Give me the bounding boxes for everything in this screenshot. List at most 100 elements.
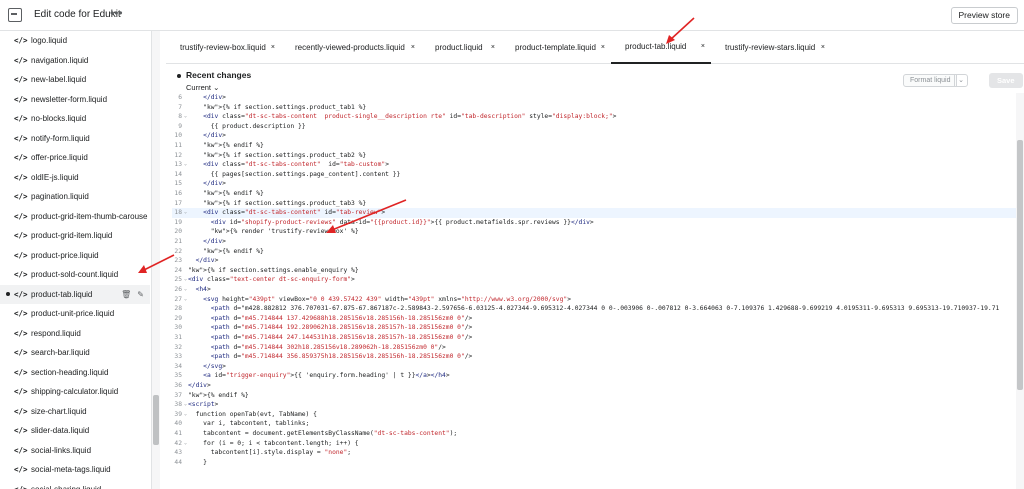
code-text: <script> [188,401,219,409]
code-line[interactable]: 23 </div> [172,256,1016,266]
version-select[interactable]: Current ⌄ [186,83,219,92]
sidebar-file-item[interactable]: </> new-label.liquid [0,70,150,90]
code-line[interactable]: 6 </div> [172,93,1016,103]
sidebar-file-item[interactable]: </> slider-data.liquid [0,421,150,441]
tab-1[interactable]: trustify-review-box.liquid × [166,31,281,64]
sidebar-file-item[interactable]: </> pagination.liquid [0,187,150,207]
format-liquid-button[interactable]: Format liquid [903,74,958,87]
code-line[interactable]: 37 "kw">{% endif %} [172,391,1016,401]
code-line[interactable]: 24 "kw">{% if section.settings.enable_enq… [172,266,1016,276]
code-line[interactable]: 10 </div> [172,131,1016,141]
code-line[interactable]: 29 <path d="m45.714844 137.429688h18.285… [172,314,1016,324]
sidebar-file-item[interactable]: </> newsletter-form.liquid [0,90,150,110]
sidebar-file-item[interactable]: </> section-heading.liquid [0,363,150,383]
sidebar-file-item[interactable]: </> search-bar.liquid [0,343,150,363]
code-editor[interactable]: 6 </div> 7 "kw">{% if section.settings.pr… [172,93,1016,489]
code-line[interactable]: 30 <path d="m45.714844 192.289062h18.285… [172,323,1016,333]
code-line[interactable]: 42 ⌄ for (i = 0; i < tabcontent.length; i… [172,439,1016,449]
code-line[interactable]: 25 ⌄ <div class="text-center dt-sc-enquiry… [172,275,1016,285]
fold-chevron-icon[interactable]: ⌄ [184,285,187,295]
sidebar-file-item[interactable]: </> social-links.liquid [0,441,150,461]
sidebar-file-item[interactable]: </> logo.liquid [0,31,150,51]
code-line[interactable]: 13 ⌄ <div class="dt-sc-tabs-content" id="… [172,160,1016,170]
sidebar-file-item[interactable]: </> shipping-calculator.liquid [0,382,150,402]
code-line[interactable]: 38 ⌄ <script> [172,400,1016,410]
code-line[interactable]: 20 "kw">{% render 'trustify-review-box' … [172,227,1016,237]
code-line[interactable]: 33 <path d="m45.714844 356.859375h18.285… [172,352,1016,362]
code-line[interactable]: 28 <path d="m428.882812 376.707031-67.87… [172,304,1016,314]
sidebar-file-item[interactable]: </> offer-price.liquid [0,148,150,168]
sidebar-file-item[interactable]: </> product-unit-price.liquid [0,304,150,324]
sidebar-file-item[interactable]: </> no-blocks.liquid [0,109,150,129]
save-button[interactable]: Save [989,73,1023,88]
code-line[interactable]: 9 {{ product.description }} [172,122,1016,132]
fold-chevron-icon[interactable]: ⌄ [184,112,187,122]
close-tab-icon[interactable]: × [411,44,415,51]
code-line[interactable]: 22 "kw">{% endif %} [172,247,1016,257]
fold-chevron-icon[interactable]: ⌄ [184,400,187,410]
code-line[interactable]: 11 "kw">{% endif %} [172,141,1016,151]
tab-2[interactable]: recently-viewed-products.liquid × [281,31,421,64]
fold-chevron-icon[interactable]: ⌄ [184,160,187,170]
preview-store-button[interactable]: Preview store [950,7,1018,24]
fold-chevron-icon[interactable]: ⌄ [184,275,187,285]
sidebar-file-item[interactable]: </> size-chart.liquid [0,402,150,422]
code-line[interactable]: 19 <div id="shopify-product-reviews" dat… [172,218,1016,228]
code-line[interactable]: 7 "kw">{% if section.settings.product_ta… [172,103,1016,113]
code-line[interactable]: 18 ⌄ <div class="dt-sc-tabs-content" id="… [172,208,1016,218]
close-tab-icon[interactable]: × [701,43,705,50]
code-line[interactable]: 31 <path d="m45.714844 247.144531h18.285… [172,333,1016,343]
sidebar-file-item[interactable]: </>social-sharing.liquid [0,480,150,489]
fold-chevron-icon[interactable]: ⌄ [184,295,187,305]
close-tab-icon[interactable]: × [821,44,825,51]
tab-3[interactable]: product.liquid × [421,31,501,64]
sidebar-file-item[interactable]: </> navigation.liquid [0,51,150,71]
code-line[interactable]: 27 ⌄ <svg height="439pt" viewBox="0 0 439… [172,295,1016,305]
code-line[interactable]: 21 </div> [172,237,1016,247]
sidebar-file-item[interactable]: </> product-grid-item.liquid [0,226,150,246]
editor-scroll-thumb[interactable] [1017,140,1023,390]
code-line[interactable]: 14 {{ pages[section.settings.page_conten… [172,170,1016,180]
close-tab-icon[interactable]: × [601,44,605,51]
code-line[interactable]: 16 "kw">{% endif %} [172,189,1016,199]
code-line[interactable]: 26 ⌄ <h4> [172,285,1016,295]
code-line[interactable]: 17 "kw">{% if section.settings.product_t… [172,199,1016,209]
code-line[interactable]: 43 tabcontent[i].style.display = "none"; [172,448,1016,458]
code-line[interactable]: 12 "kw">{% if section.settings.product_t… [172,151,1016,161]
tab-5[interactable]: product-tab.liquid × [611,31,711,64]
code-line[interactable]: 41 tabcontent = document.getElementsByCl… [172,429,1016,439]
code-line[interactable]: 32 <path d="m45.714844 302h18.285156v18.… [172,343,1016,353]
sidebar-file-item[interactable]: </> product-sold-count.liquid [0,265,150,285]
code-line[interactable]: 36 </div> [172,381,1016,391]
sidebar-file-item[interactable]: </> notify-form.liquid [0,129,150,149]
sidebar-file-item[interactable]: </>product-grid-item-thumb-carousel.liqu… [0,207,150,227]
sidebar-file-item[interactable]: </> social-meta-tags.liquid [0,460,150,480]
code-line[interactable]: 35 <a id="trigger-enquiry">{{ 'enquiry.f… [172,371,1016,381]
sidebar-scroll-thumb[interactable] [153,395,159,445]
tab-6[interactable]: trustify-review-stars.liquid × [711,31,831,64]
more-actions-icon[interactable]: ••• [110,6,123,20]
sidebar-file-item[interactable]: </> product-price.liquid [0,246,150,266]
line-number: 13 [174,161,182,169]
close-tab-icon[interactable]: × [491,44,495,51]
line-number: 6 [178,94,182,101]
tab-4[interactable]: product-template.liquid × [501,31,611,64]
code-line[interactable]: 8 ⌄ <div class="dt-sc-tabs-content produc… [172,112,1016,122]
code-line[interactable]: 40 var i, tabcontent, tablinks; [172,419,1016,429]
delete-icon[interactable]: 🗑 [121,290,131,299]
code-line[interactable]: 44 } [172,458,1016,468]
sidebar-file-item[interactable]: </> product-tab.liquid 🗑 ✎ [0,284,150,304]
sidebar-file-item[interactable]: </> oldIE-js.liquid [0,168,150,188]
code-line[interactable]: 34 </svg> [172,362,1016,372]
code-line[interactable]: 15 </div> [172,179,1016,189]
fold-chevron-icon[interactable]: ⌄ [184,439,187,449]
format-options-dropdown[interactable]: ⌄ [954,74,968,87]
exit-icon[interactable] [8,8,22,22]
line-number: 35 [174,372,182,380]
sidebar-file-item[interactable]: </> respond.liquid [0,324,150,344]
close-tab-icon[interactable]: × [271,44,275,51]
rename-icon[interactable]: ✎ [137,290,144,299]
fold-chevron-icon[interactable]: ⌄ [184,208,187,218]
code-line[interactable]: 39 ⌄ function openTab(evt, TabName) { [172,410,1016,420]
fold-chevron-icon[interactable]: ⌄ [184,410,187,420]
